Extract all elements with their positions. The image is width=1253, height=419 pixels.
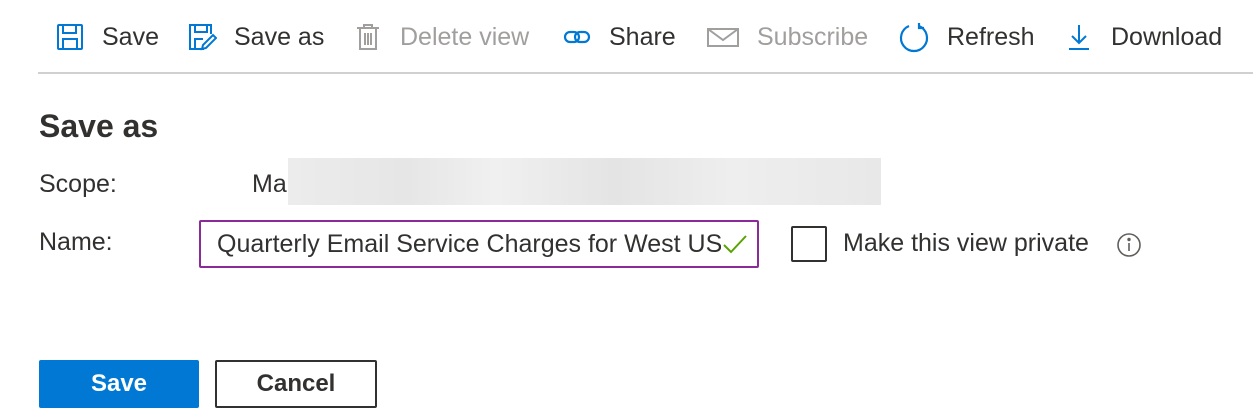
download-command[interactable]: Download xyxy=(1064,0,1222,74)
info-icon[interactable] xyxy=(1116,232,1142,258)
download-icon xyxy=(1064,22,1094,52)
name-field-value[interactable]: Quarterly Email Service Charges for West… xyxy=(217,230,721,259)
scope-redacted-overlay xyxy=(288,158,881,205)
scope-label: Scope: xyxy=(39,170,117,198)
scope-value: Ma xyxy=(252,170,287,198)
save-as-icon xyxy=(187,22,217,52)
delete-view-command[interactable]: Delete view xyxy=(353,0,529,74)
save-as-command-label: Save as xyxy=(234,22,325,51)
subscribe-command-label: Subscribe xyxy=(757,22,869,51)
delete-view-command-label: Delete view xyxy=(400,22,530,51)
save-button[interactable]: Save xyxy=(39,360,199,408)
share-command[interactable]: Share xyxy=(562,0,676,74)
name-field[interactable]: Quarterly Email Service Charges for West… xyxy=(199,220,759,268)
refresh-icon xyxy=(898,21,930,53)
share-command-label: Share xyxy=(609,22,676,51)
name-label: Name: xyxy=(39,228,113,256)
checkmark-icon xyxy=(723,235,747,254)
trash-icon xyxy=(353,22,383,52)
subscribe-command[interactable]: Subscribe xyxy=(706,0,868,74)
private-view-checkbox[interactable] xyxy=(791,226,827,262)
cancel-button[interactable]: Cancel xyxy=(215,360,377,408)
save-command[interactable]: Save xyxy=(55,0,159,74)
save-command-label: Save xyxy=(102,22,159,51)
download-command-label: Download xyxy=(1111,22,1223,51)
refresh-command[interactable]: Refresh xyxy=(898,0,1035,74)
refresh-command-label: Refresh xyxy=(947,22,1035,51)
link-icon xyxy=(562,22,592,52)
page-title: Save as xyxy=(39,108,159,144)
save-as-command[interactable]: Save as xyxy=(187,0,324,74)
private-view-label[interactable]: Make this view private xyxy=(843,229,1089,258)
mail-icon xyxy=(706,22,740,52)
command-bar: Save Save as Delete view Share Subscribe… xyxy=(38,0,1253,74)
save-icon xyxy=(55,22,85,52)
